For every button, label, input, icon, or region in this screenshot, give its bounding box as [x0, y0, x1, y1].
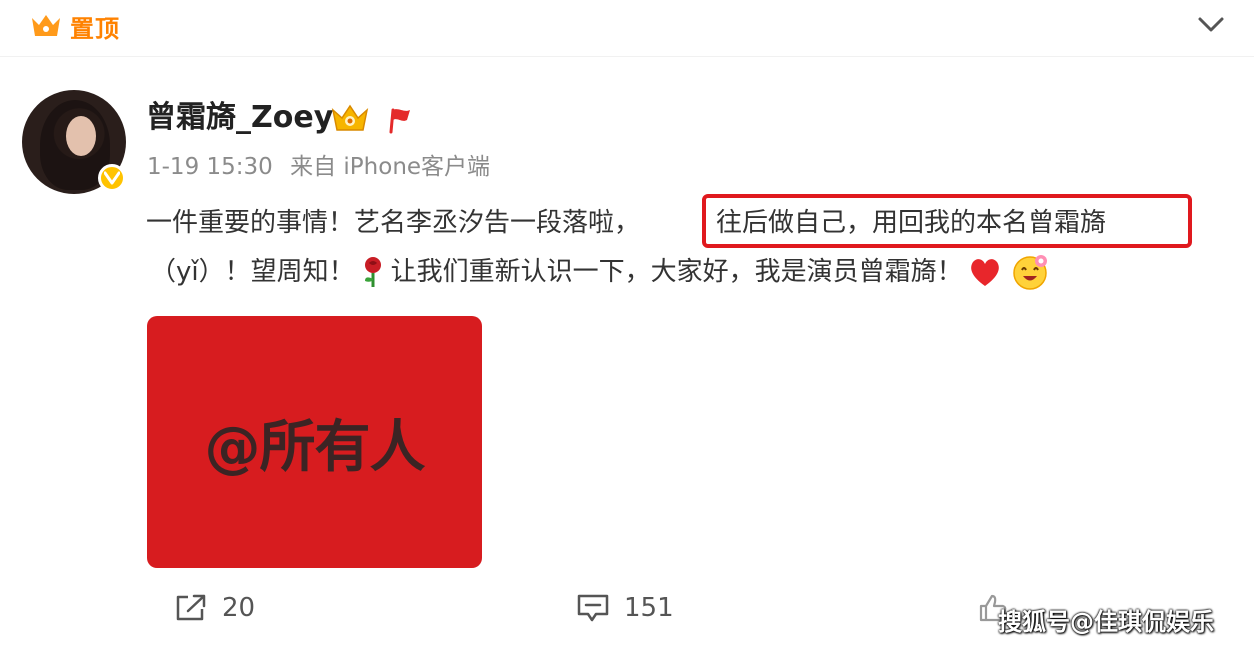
chevron-down-icon[interactable] — [1196, 12, 1226, 38]
pinned-indicator: 置顶 — [30, 10, 120, 43]
author-name[interactable]: 曾霜旖_Zoey — [146, 98, 333, 138]
comment-icon — [577, 594, 609, 622]
post-text-line2-b: 让我们重新认识一下，大家好，我是演员曾霜旖！ — [390, 257, 963, 287]
comment-count: 151 — [624, 593, 674, 623]
red-flag-icon — [389, 108, 410, 134]
post-image-text: @所有人 — [204, 414, 426, 480]
pinned-bar: 置顶 — [0, 0, 1254, 57]
post-text-line1: 一件重要的事情！艺名李丞汐告一段落啦， — [146, 208, 641, 238]
post-text-line2: （yǐ）！望周知！ 让我们重新认识一下，大家好，我是演员曾霜旖！ — [150, 251, 1053, 293]
share-icon — [176, 594, 206, 621]
share-button[interactable]: 20 — [174, 588, 255, 628]
heart-icon — [970, 259, 999, 286]
post-time: 1-19 15:30 — [147, 154, 273, 180]
share-count: 20 — [222, 593, 256, 623]
pinned-label: 置顶 — [70, 14, 120, 43]
post-source[interactable]: 来自 iPhone客户端 — [290, 154, 490, 180]
post-text-line2-a: （yǐ）！望周知！ — [150, 257, 355, 287]
watermark: 搜狐号@佳琪侃娱乐 — [998, 608, 1214, 636]
post-meta: 1-19 15:30 来自 iPhone客户端 — [147, 150, 500, 184]
post-image[interactable]: @所有人 — [147, 316, 482, 568]
post-text-highlighted: 往后做自己，用回我的本名曾霜旖 — [716, 208, 1107, 238]
crown-icon — [32, 15, 60, 36]
happy-face-icon — [1012, 255, 1047, 290]
crown-badge-icon — [331, 104, 369, 131]
verified-badge-icon — [98, 164, 126, 192]
comment-button[interactable]: 151 — [576, 588, 674, 628]
rose-icon — [364, 257, 381, 287]
